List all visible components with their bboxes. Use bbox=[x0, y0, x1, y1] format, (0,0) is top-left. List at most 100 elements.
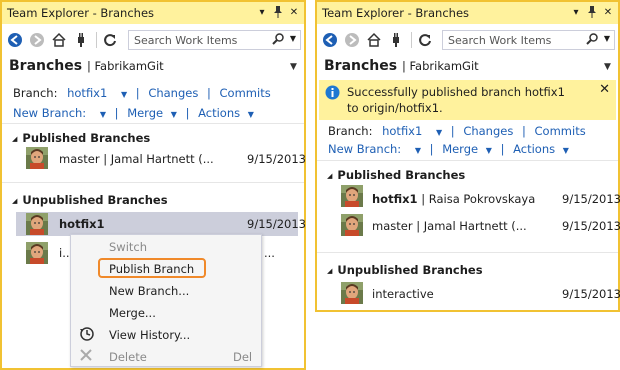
close-icon[interactable]: ✕ bbox=[601, 5, 615, 21]
actions-row: New Branch: ▼ | Merge ▼ | Actions ▼ bbox=[13, 106, 254, 120]
new-branch-link[interactable]: New Branch: bbox=[13, 106, 86, 120]
back-icon[interactable] bbox=[6, 31, 24, 49]
avatar bbox=[26, 147, 48, 169]
refresh-icon[interactable] bbox=[101, 31, 119, 49]
avatar bbox=[341, 185, 363, 207]
actions-dropdown-icon[interactable]: ▼ bbox=[563, 146, 569, 155]
dropdown-icon[interactable]: ▾ bbox=[255, 5, 269, 21]
menu-item-publish-branch[interactable]: Publish Branch bbox=[109, 262, 194, 276]
forward-icon[interactable] bbox=[343, 31, 361, 49]
new-branch-link[interactable]: New Branch: bbox=[328, 142, 401, 156]
branch-row: Branch: hotfix1 ▼ | Changes | Commits bbox=[328, 124, 586, 138]
collapse-icon[interactable]: ◢ bbox=[12, 135, 17, 143]
commits-link[interactable]: Commits bbox=[220, 86, 271, 100]
menu-item-merge[interactable]: Merge... bbox=[109, 306, 156, 320]
branch-date: 9/15/2013 bbox=[247, 152, 306, 166]
divider bbox=[317, 252, 618, 253]
current-branch-link[interactable]: hotfix1 bbox=[382, 124, 422, 138]
pin-icon[interactable] bbox=[585, 5, 599, 21]
branch-dropdown-icon[interactable]: ▼ bbox=[121, 90, 127, 99]
published-branches-header[interactable]: ◢ Published Branches bbox=[12, 131, 150, 145]
list-item[interactable]: master | Jamal Hartnett (... bbox=[372, 219, 527, 233]
actions-link[interactable]: Actions bbox=[513, 142, 555, 156]
back-icon[interactable] bbox=[321, 31, 339, 49]
actions-row: New Branch: ▼ | Merge ▼ | Actions ▼ bbox=[328, 142, 569, 156]
branch-date: 9/15/2013 bbox=[562, 219, 620, 233]
menu-item-delete[interactable]: Delete bbox=[109, 350, 147, 364]
page-title: Branches | FabrikamGit bbox=[324, 58, 479, 74]
new-branch-dropdown-icon[interactable]: ▼ bbox=[100, 110, 106, 119]
info-message: Successfully published branch hotfix1 to… bbox=[347, 85, 565, 115]
page-title-text: Branches bbox=[324, 58, 398, 74]
search-dropdown-icon[interactable]: ▼ bbox=[290, 34, 296, 43]
merge-dropdown-icon[interactable]: ▼ bbox=[171, 110, 177, 119]
branch-dropdown-icon[interactable]: ▼ bbox=[436, 128, 442, 137]
repo-name: FabrikamGit bbox=[409, 59, 479, 73]
current-branch-link[interactable]: hotfix1 bbox=[67, 86, 107, 100]
changes-link[interactable]: Changes bbox=[463, 124, 513, 138]
unpublished-branches-header[interactable]: ◢ Unpublished Branches bbox=[327, 263, 483, 277]
section-title: Unpublished Branches bbox=[22, 193, 168, 207]
close-icon[interactable]: ✕ bbox=[599, 82, 610, 97]
delete-shortcut: Del bbox=[233, 350, 253, 364]
divider bbox=[2, 182, 304, 183]
branch-name[interactable]: hotfix1 bbox=[59, 217, 105, 231]
info-notification: Successfully published branch hotfix1 to… bbox=[319, 80, 616, 120]
new-branch-dropdown-icon[interactable]: ▼ bbox=[415, 146, 421, 155]
list-item[interactable]: master | Jamal Hartnett (... bbox=[59, 152, 214, 166]
dropdown-icon[interactable]: ▾ bbox=[569, 5, 583, 21]
branch-date: 9/15/2013 bbox=[562, 192, 620, 206]
commits-link[interactable]: Commits bbox=[535, 124, 586, 138]
search-work-items-input[interactable]: Search Work Items ▼ bbox=[128, 30, 301, 50]
refresh-icon[interactable] bbox=[416, 31, 434, 49]
page-title: Branches | FabrikamGit bbox=[9, 58, 164, 74]
unpublished-branches-header[interactable]: ◢ Unpublished Branches bbox=[12, 193, 168, 207]
search-dropdown-icon[interactable]: ▼ bbox=[604, 34, 610, 43]
close-icon[interactable]: ✕ bbox=[287, 5, 301, 21]
merge-dropdown-icon[interactable]: ▼ bbox=[486, 146, 492, 155]
collapse-icon[interactable]: ◢ bbox=[12, 197, 17, 205]
search-icon[interactable] bbox=[272, 33, 284, 48]
home-icon[interactable] bbox=[365, 31, 383, 49]
home-icon[interactable] bbox=[50, 31, 68, 49]
branch-row: Branch: hotfix1 ▼ | Changes | Commits bbox=[13, 86, 271, 100]
pin-icon[interactable] bbox=[271, 5, 285, 21]
header-dropdown-icon[interactable]: ▼ bbox=[290, 62, 297, 72]
menu-item-switch[interactable]: Switch bbox=[109, 240, 147, 254]
team-explorer-panel-right: Team Explorer - Branches ▾ ✕ Search Work… bbox=[315, 0, 620, 312]
changes-link[interactable]: Changes bbox=[148, 86, 198, 100]
branch-name: hotfix1 bbox=[372, 192, 418, 206]
collapse-icon[interactable]: ◢ bbox=[327, 172, 332, 180]
merge-link[interactable]: Merge bbox=[442, 142, 478, 156]
delete-icon bbox=[79, 348, 93, 365]
panel-title: Team Explorer - Branches bbox=[322, 6, 470, 20]
team-explorer-panel-left: Team Explorer - Branches ▾ ✕ Search Work… bbox=[0, 0, 306, 370]
toolbar-separator bbox=[411, 32, 412, 48]
actions-dropdown-icon[interactable]: ▼ bbox=[248, 110, 254, 119]
published-branches-header[interactable]: ◢ Published Branches bbox=[327, 168, 465, 182]
list-item[interactable]: hotfix1 | Raisa Pokrovskaya bbox=[372, 192, 535, 206]
branch-name[interactable]: interactive bbox=[372, 287, 434, 301]
menu-item-view-history[interactable]: View History... bbox=[109, 328, 190, 342]
avatar bbox=[341, 214, 363, 236]
section-title: Unpublished Branches bbox=[337, 263, 483, 277]
search-work-items-input[interactable]: Search Work Items ▼ bbox=[442, 30, 615, 50]
section-title: Published Branches bbox=[22, 131, 151, 145]
forward-icon[interactable] bbox=[28, 31, 46, 49]
header-dropdown-icon[interactable]: ▼ bbox=[604, 62, 611, 72]
collapse-icon[interactable]: ◢ bbox=[327, 267, 332, 275]
search-icon[interactable] bbox=[586, 33, 598, 48]
context-menu: Switch Publish Branch New Branch... Merg… bbox=[70, 234, 262, 367]
branch-name: master bbox=[372, 219, 413, 233]
menu-item-new-branch[interactable]: New Branch... bbox=[109, 284, 189, 298]
connect-icon[interactable] bbox=[387, 31, 405, 49]
connect-icon[interactable] bbox=[72, 31, 90, 49]
toolbar-separator bbox=[96, 32, 97, 48]
divider bbox=[317, 160, 618, 161]
repo-name: FabrikamGit bbox=[94, 59, 164, 73]
actions-link[interactable]: Actions bbox=[198, 106, 240, 120]
avatar bbox=[26, 213, 48, 235]
merge-link[interactable]: Merge bbox=[127, 106, 163, 120]
section-title: Published Branches bbox=[337, 168, 466, 182]
avatar bbox=[26, 242, 48, 264]
